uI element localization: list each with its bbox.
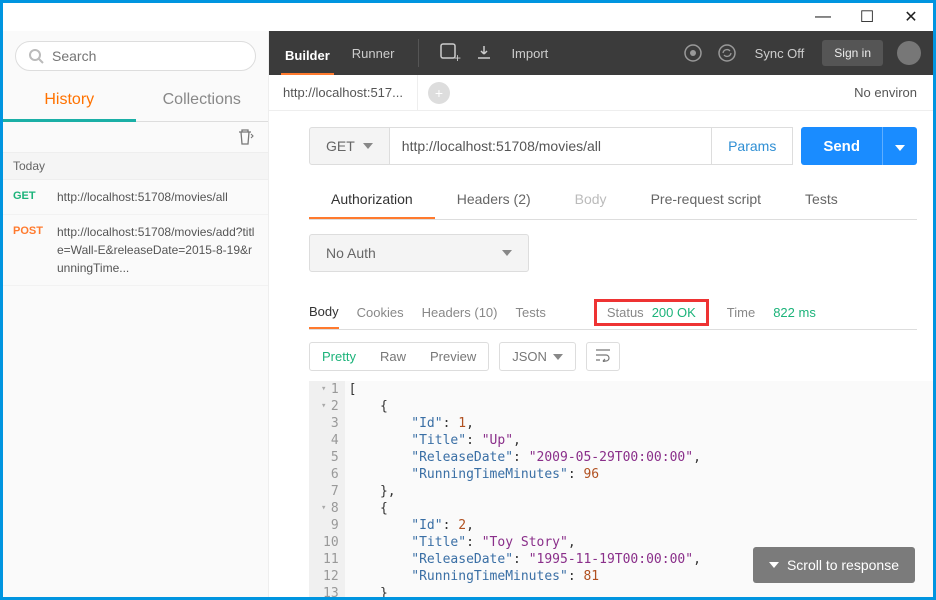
window-titlebar: — ☐ ✕ [3, 3, 933, 31]
trash-row [3, 122, 268, 153]
window-minimize-button[interactable]: — [801, 3, 845, 31]
response-meta: Body Cookies Headers (10) Tests Status 2… [309, 296, 917, 330]
main-area: Builder Runner + Import Sync Off Si [269, 31, 933, 597]
send-button[interactable]: Send [801, 127, 882, 165]
reqtab-tests[interactable]: Tests [783, 181, 860, 219]
svg-text:+: + [454, 51, 461, 64]
history-section-today: Today [3, 153, 268, 180]
resptab-body[interactable]: Body [309, 296, 339, 329]
new-tab-button[interactable]: + [428, 82, 450, 104]
history-method: POST [13, 223, 47, 277]
url-input[interactable] [390, 127, 712, 165]
request-row: GET Params Send [269, 127, 933, 165]
method-value: GET [326, 138, 355, 154]
interceptor-icon[interactable] [683, 43, 703, 63]
status-value: 200 OK [652, 305, 696, 320]
reqtab-prerequest[interactable]: Pre-request script [629, 181, 783, 219]
resptab-headers[interactable]: Headers (10) [422, 297, 498, 328]
method-selector[interactable]: GET [309, 127, 390, 165]
status-badge: Status 200 OK [594, 299, 709, 326]
search-icon [28, 48, 44, 64]
search-box[interactable] [15, 41, 256, 71]
sidebar: History Collections Today GET http://loc… [3, 31, 269, 597]
window-close-button[interactable]: ✕ [889, 3, 933, 31]
request-tabs: Authorization Headers (2) Body Pre-reque… [309, 181, 917, 220]
status-label: Status [607, 305, 644, 320]
reqtab-body[interactable]: Body [553, 181, 629, 219]
auth-type-value: No Auth [326, 245, 376, 261]
environment-selector[interactable]: No environ [838, 75, 933, 110]
time-value: 822 ms [773, 305, 816, 320]
history-url: http://localhost:51708/movies/add?title=… [57, 223, 258, 277]
sync-icon[interactable] [717, 43, 737, 63]
chevron-down-icon [769, 562, 779, 568]
request-tabstrip: http://localhost:517... + No environ [269, 75, 933, 111]
scroll-to-response-button[interactable]: Scroll to response [753, 547, 915, 583]
history-item[interactable]: GET http://localhost:51708/movies/all [3, 180, 268, 215]
line-gutter: 12345678910111213 [309, 381, 345, 597]
fmt-raw[interactable]: Raw [368, 343, 418, 370]
history-url: http://localhost:51708/movies/all [57, 188, 258, 206]
time-label: Time [727, 305, 755, 320]
lang-selector[interactable]: JSON [499, 342, 576, 371]
format-row: Pretty Raw Preview JSON [269, 330, 933, 381]
auth-type-selector[interactable]: No Auth [309, 234, 529, 272]
window-maximize-button[interactable]: ☐ [845, 3, 889, 31]
fmt-preview[interactable]: Preview [418, 343, 488, 370]
request-tab[interactable]: http://localhost:517... [269, 75, 418, 110]
resptab-cookies[interactable]: Cookies [357, 297, 404, 328]
chevron-down-icon [895, 145, 905, 151]
resptab-tests[interactable]: Tests [515, 297, 545, 328]
sidebar-tabs: History Collections [3, 81, 268, 122]
app-window: — ☐ ✕ History Collections Today GET http [3, 3, 933, 597]
trash-icon[interactable] [236, 128, 254, 146]
wrap-icon [595, 348, 611, 362]
chevron-down-icon [502, 250, 512, 256]
scroll-btn-label: Scroll to response [787, 557, 899, 573]
topbar-builder[interactable]: Builder [281, 44, 334, 77]
avatar-icon[interactable] [897, 41, 921, 65]
reqtab-headers[interactable]: Headers (2) [435, 181, 553, 219]
sync-status[interactable]: Sync Off [751, 42, 809, 65]
chevron-down-icon [553, 354, 563, 360]
reqtab-authorization[interactable]: Authorization [309, 181, 435, 219]
signin-button[interactable]: Sign in [822, 40, 883, 66]
fmt-pretty[interactable]: Pretty [310, 343, 368, 370]
params-button[interactable]: Params [712, 127, 793, 165]
topbar: Builder Runner + Import Sync Off Si [269, 31, 933, 75]
history-method: GET [13, 188, 47, 206]
import-icon[interactable] [475, 44, 493, 62]
auth-row: No Auth [309, 234, 917, 272]
lang-value: JSON [512, 349, 547, 364]
new-request-icon[interactable]: + [439, 42, 461, 64]
topbar-import[interactable]: Import [507, 42, 552, 65]
chevron-down-icon [363, 143, 373, 149]
tab-history[interactable]: History [3, 81, 136, 122]
send-dropdown[interactable] [882, 127, 917, 165]
history-item[interactable]: POST http://localhost:51708/movies/add?t… [3, 215, 268, 286]
tab-collections[interactable]: Collections [136, 81, 269, 122]
request-content: GET Params Send Authorization Headers (2… [269, 111, 933, 597]
search-input[interactable] [52, 48, 243, 64]
topbar-runner[interactable]: Runner [348, 42, 399, 65]
wrap-toggle[interactable] [586, 342, 620, 371]
format-group: Pretty Raw Preview [309, 342, 489, 371]
